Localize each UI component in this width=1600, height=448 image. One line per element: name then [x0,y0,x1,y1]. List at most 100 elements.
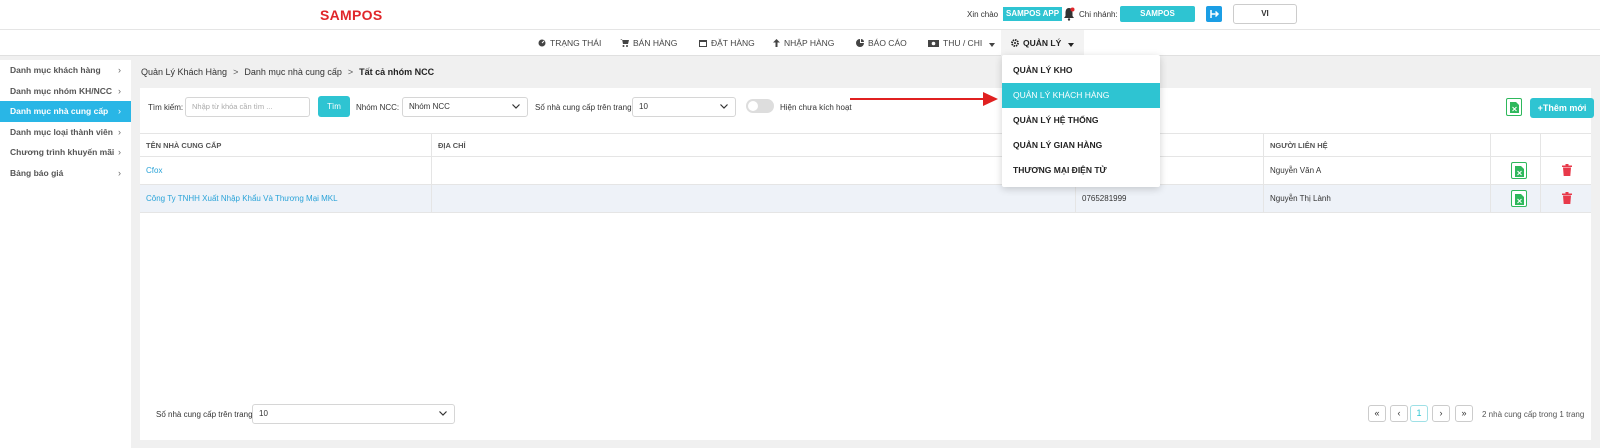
supplier-address [432,185,1076,212]
chevron-down-icon [439,411,447,416]
sidebar-item-suppliers[interactable]: Danh mục nhà cung cấp › [0,101,131,122]
table-row: Cfox Nguyễn Văn A [140,157,1591,185]
nav-nhap-hang[interactable]: NHẬP HÀNG [773,30,834,56]
supplier-contact: Nguyễn Văn A [1264,157,1491,184]
logout-icon [1210,10,1220,18]
breadcrumb-link-customer-management[interactable]: Quản Lý Khách Hàng [141,67,227,77]
cart-icon [620,39,629,47]
user-badge[interactable]: SAMPOS APP [1003,7,1063,21]
nav-label: THU / CHI [943,38,983,48]
table-row: Công Ty TNHH Xuất Nhập Khẩu Và Thương Mạ… [140,185,1591,213]
search-button[interactable]: Tìm [318,96,350,117]
chevron-right-icon: › [118,65,121,75]
supplier-phone: 0765281999 [1076,185,1264,212]
footer-per-page-value: 10 [259,409,268,418]
column-header-delete [1541,134,1591,157]
breadcrumb-link-suppliers[interactable]: Danh mục nhà cung cấp [244,67,342,77]
money-icon [928,40,939,47]
branch-label: Chi nhánh: [1079,10,1118,19]
pager-last-button[interactable]: » [1455,405,1473,422]
menu-item-inventory[interactable]: QUẢN LÝ KHO [1002,58,1160,83]
sidebar-item-quotations[interactable]: Bảng báo giá › [0,163,131,184]
nav-label: TRẠNG THÁI [550,38,602,48]
per-page-value: 10 [639,102,648,111]
trash-icon[interactable] [1562,192,1572,204]
menu-item-customer-management[interactable]: QUẢN LÝ KHÁCH HÀNG [1002,83,1160,108]
nav-dat-hang[interactable]: ĐẶT HÀNG [699,30,755,56]
sidebar: Danh mục khách hàng › Danh mục nhóm KH/NC… [0,60,131,448]
nav-label: BÁN HÀNG [633,38,678,48]
excel-icon [1515,194,1524,205]
greeting-text: Xin chào [967,10,999,19]
group-select[interactable]: Nhóm NCC [402,97,528,117]
caret-down-icon [1067,43,1074,47]
supplier-contact: Nguyễn Thị Lành [1264,185,1491,212]
nav-thu-chi[interactable]: THU / CHI [928,30,995,56]
group-select-value: Nhóm NCC [409,102,450,111]
nav-quan-ly[interactable]: QUẢN LÝ [1001,30,1084,56]
table-header: TÊN NHÀ CUNG CẤP ĐỊA CHỈ NGƯỜI LIÊN HỆ [140,133,1591,157]
breadcrumb-current: Tất cả nhóm NCC [359,67,435,77]
pager-next-button[interactable]: › [1432,405,1450,422]
supplier-name-link[interactable]: Cfox [140,157,432,184]
app-logo[interactable]: SAMPOS [320,7,382,23]
sidebar-item-customer-groups[interactable]: Danh mục nhóm KH/NCC › [0,81,131,102]
annotation-arrow-icon [850,92,998,106]
menu-item-system-management[interactable]: QUẢN LÝ HỆ THỐNG [1002,108,1160,133]
sidebar-item-label: Bảng báo giá [10,167,64,178]
nav-label: NHẬP HÀNG [784,38,835,48]
menu-item-ecommerce[interactable]: THƯƠNG MẠI ĐIỆN TỬ [1002,158,1160,183]
chevron-down-icon [512,104,520,109]
bell-icon[interactable] [1063,7,1075,21]
show-inactive-label: Hiện chưa kích hoạt [780,103,852,112]
export-excel-button[interactable] [1506,98,1522,116]
pager-first-button[interactable]: « [1368,405,1386,422]
chevron-right-icon: › [118,147,121,157]
nav-label: QUẢN LÝ [1023,38,1062,48]
sidebar-item-label: Chương trình khuyến mãi [10,147,115,157]
excel-icon [1515,166,1524,177]
chevron-right-icon: › [118,126,121,137]
top-bar: SAMPOS Xin chào SAMPOS APP Chi nhánh: SA… [0,0,1600,30]
menu-item-store-management[interactable]: QUẢN LÝ GIAN HÀNG [1002,133,1160,158]
chevron-right-icon: › [118,85,121,96]
pie-chart-icon [856,39,864,47]
breadcrumb-separator: > [347,67,354,77]
column-header-export [1491,134,1541,157]
sidebar-item-member-types[interactable]: Danh mục loại thành viên › [0,122,131,143]
main-panel: Tìm kiếm: Nhập từ khóa cần tìm ... Tìm N… [140,88,1594,440]
sidebar-item-customers[interactable]: Danh mục khách hàng › [0,60,131,81]
excel-icon [1510,102,1519,113]
add-supplier-button[interactable]: +Thêm mới [1530,98,1594,118]
sidebar-item-promotions[interactable]: Chương trình khuyến mãi › [0,142,131,163]
column-header-name: TÊN NHÀ CUNG CẤP [140,134,432,157]
sidebar-item-label: Danh mục nhóm KH/NCC [10,85,112,96]
search-input[interactable]: Nhập từ khóa cần tìm ... [185,97,310,117]
search-label: Tìm kiếm: [148,103,184,112]
calendar-icon [699,40,707,47]
quan-ly-dropdown-menu: QUẢN LÝ KHO QUẢN LÝ KHÁCH HÀNG QUẢN LÝ H… [1002,55,1160,187]
caret-down-icon [988,43,995,47]
nav-ban-hang[interactable]: BÁN HÀNG [620,30,677,56]
row-export-button[interactable] [1511,190,1527,207]
nav-bao-cao[interactable]: BÁO CÁO [856,30,907,56]
footer-per-page-label: Số nhà cung cấp trên trang: [156,410,255,419]
column-header-address: ĐỊA CHỈ [432,134,1076,157]
breadcrumb: Quản Lý Khách Hàng > Danh mục nhà cung cấp… [141,67,434,77]
main-nav: TRẠNG THÁI BÁN HÀNG ĐẶT HÀNG NHẬP HÀNG B… [0,30,1600,56]
logout-button[interactable] [1206,6,1222,22]
per-page-select[interactable]: 10 [632,97,736,117]
pager-prev-button[interactable]: ‹ [1390,405,1408,422]
branch-select[interactable]: SAMPOS [1120,6,1195,22]
row-export-button[interactable] [1511,162,1527,179]
supplier-address [432,157,1076,184]
pager-page-1[interactable]: 1 [1410,405,1428,422]
footer-per-page-select[interactable]: 10 [252,404,455,424]
supplier-name-link[interactable]: Công Ty TNHH Xuất Nhập Khẩu Và Thương Mạ… [140,185,432,212]
trash-icon[interactable] [1562,164,1572,176]
language-select[interactable]: VI [1233,4,1297,24]
nav-trang-thai[interactable]: TRẠNG THÁI [538,30,601,56]
pager-info: 2 nhà cung cấp trong 1 trang [1482,410,1585,419]
column-header-contact: NGƯỜI LIÊN HỆ [1264,134,1491,157]
show-inactive-toggle[interactable] [746,99,774,113]
